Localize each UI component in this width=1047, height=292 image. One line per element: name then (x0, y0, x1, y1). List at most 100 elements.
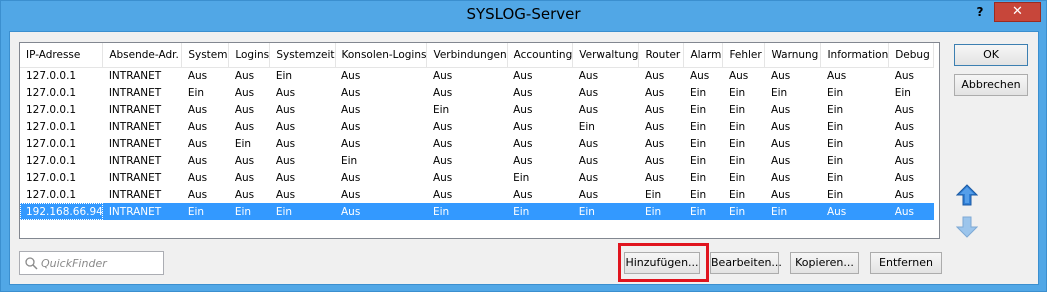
table-cell: Ein (826, 137, 844, 150)
table-cell: INTRANET (108, 120, 162, 133)
table-cell: Aus (513, 137, 533, 150)
table-cell: Aus (187, 120, 208, 133)
table-cell: Ein (269, 203, 335, 220)
table-cell: Aus (234, 69, 255, 82)
table-cell: Aus (275, 137, 296, 150)
close-button[interactable]: ✕ (994, 2, 1041, 22)
table-cell: Aus (826, 69, 847, 82)
table-cell: Ein (826, 188, 844, 201)
edit-button[interactable]: Bearbeiten... (710, 252, 782, 274)
table-cell: Ein (689, 120, 707, 133)
dialog-body: IP-Adresse Absende-Adr. System Logins System… (9, 31, 1039, 285)
table-cell: Aus (770, 188, 791, 201)
table-cell: Ein (689, 154, 707, 167)
table-row[interactable]: 127.0.0.1 INTRANET Aus Aus Aus Aus Aus Ein Aus Au… (20, 169, 934, 186)
remove-button[interactable]: Entfernen (870, 252, 942, 274)
ok-button[interactable]: OK (954, 44, 1028, 66)
table-cell: Aus (770, 171, 791, 184)
column-header[interactable]: Warnung (764, 43, 822, 68)
table-cell: Ein (181, 203, 229, 220)
table-cell: Aus (234, 103, 255, 116)
dialog-window: SYSLOG-Server ? ✕ IP-Adresse Absende-Adr.… (0, 0, 1047, 292)
table-cell: Ein (728, 120, 746, 133)
table-cell: Aus (275, 188, 296, 201)
search-icon (25, 257, 38, 270)
column-header[interactable]: Information (820, 43, 890, 68)
table-row[interactable]: 127.0.0.1 INTRANET Aus Aus Aus Aus Aus Aus Aus Ei… (20, 186, 934, 203)
table-cell: Ein (689, 137, 707, 150)
table-cell: INTRANET (108, 171, 162, 184)
table-cell: Ein (689, 188, 707, 201)
column-header[interactable]: Konsolen-Logins (335, 43, 428, 68)
table-cell: Aus (578, 188, 599, 201)
table-row[interactable]: 127.0.0.1 INTRANET Aus Ein Aus Aus Aus Aus Aus Au… (20, 135, 934, 152)
table-cell: Aus (644, 154, 665, 167)
table-cell: Aus (341, 103, 361, 116)
table-cell: Ein (826, 86, 844, 99)
column-header[interactable]: IP-Adresse (20, 43, 104, 68)
table-cell: Aus (644, 69, 665, 82)
table-cell: Aus (770, 154, 791, 167)
move-up-button[interactable] (955, 184, 979, 206)
table-cell: Ein (770, 86, 788, 99)
table-cell: Aus (770, 120, 791, 133)
table-cell: Ein (432, 103, 450, 116)
table-cell: Aus (578, 86, 599, 99)
table-cell: Ein (728, 154, 746, 167)
column-header[interactable]: Absende-Adr. (102, 43, 183, 68)
table-row[interactable]: 127.0.0.1 INTRANET Aus Aus Ein Aus Aus Aus Aus Au… (20, 67, 934, 84)
table-header-row: IP-Adresse Absende-Adr. System Logins System… (20, 43, 935, 68)
help-button[interactable]: ? (968, 3, 992, 21)
column-header[interactable]: Router (638, 43, 685, 68)
cancel-button[interactable]: Abbrechen (954, 74, 1028, 96)
table-cell: 127.0.0.1 (26, 69, 77, 82)
table-row[interactable]: 127.0.0.1 INTRANET Aus Aus Aus Aus Aus Aus Ein Au… (20, 118, 934, 135)
table-cell: Aus (341, 69, 361, 82)
table-cell: 127.0.0.1 (26, 154, 77, 167)
table-cell: Ein (638, 203, 684, 220)
column-header[interactable]: Verbindungen (426, 43, 508, 68)
table-cell: Ein (728, 103, 746, 116)
table-cell: Aus (187, 188, 208, 201)
table-cell: 192.168.66.94 (20, 203, 103, 220)
table-cell: Ein (728, 86, 746, 99)
column-header[interactable]: Alarm (683, 43, 724, 68)
column-header[interactable]: Debug (888, 43, 935, 68)
quickfinder-placeholder: QuickFinder (41, 257, 107, 270)
column-header[interactable]: Accounting (507, 43, 574, 68)
add-button[interactable]: Hinzufügen... (624, 252, 700, 274)
table-cell: Aus (341, 171, 361, 184)
column-header[interactable]: Systemzeit (269, 43, 336, 68)
column-header[interactable]: Logins (228, 43, 271, 68)
column-header[interactable]: System (181, 43, 230, 68)
table-cell: Ein (341, 154, 358, 167)
table-cell: Ein (826, 154, 844, 167)
table-row[interactable]: 127.0.0.1 INTRANET Aus Aus Aus Ein Aus Aus Aus Au… (20, 152, 934, 169)
table-row[interactable]: 127.0.0.1 INTRANET Ein Aus Aus Aus Aus Aus Aus Au… (20, 84, 934, 101)
table-cell: Aus (894, 69, 915, 82)
table-cell: Ein (826, 171, 844, 184)
table-cell: Aus (888, 203, 934, 220)
column-header[interactable]: Verwaltung (572, 43, 640, 68)
table-row[interactable]: 127.0.0.1 INTRANET Aus Aus Aus Aus Ein Aus Aus Au… (20, 101, 934, 118)
column-header[interactable]: Fehler (722, 43, 766, 68)
quickfinder-field[interactable]: QuickFinder (19, 251, 164, 275)
table-row[interactable]: 192.168.66.94 INTRANET Ein Ein Ein Aus Ein Ein E… (20, 203, 934, 220)
table-cell: Ein (826, 120, 844, 133)
table-cell: 127.0.0.1 (26, 103, 77, 116)
table-cell: Aus (275, 86, 296, 99)
table-cell: Aus (432, 188, 453, 201)
copy-button[interactable]: Kopieren... (790, 252, 859, 274)
table-cell: INTRANET (108, 103, 162, 116)
table-cell: INTRANET (108, 137, 162, 150)
table-cell: Aus (432, 120, 453, 133)
move-down-button[interactable] (955, 216, 979, 238)
table-cell: Aus (578, 171, 599, 184)
table-cell: Aus (341, 137, 361, 150)
title-bar[interactable]: SYSLOG-Server ? ✕ (1, 1, 1046, 31)
arrow-down-icon (955, 216, 979, 238)
syslog-server-list[interactable]: IP-Adresse Absende-Adr. System Logins System… (19, 42, 940, 239)
table-cell: Ein (689, 86, 707, 99)
table-cell: Aus (513, 69, 533, 82)
close-icon: ✕ (1012, 4, 1023, 19)
